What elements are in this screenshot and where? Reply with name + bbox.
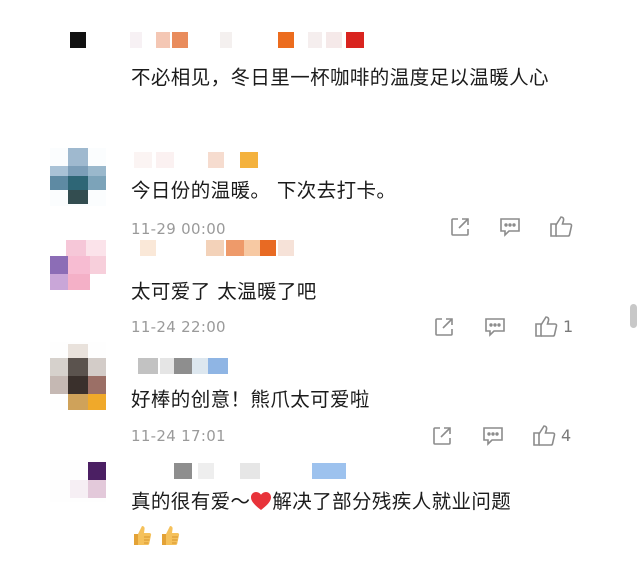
comment-icon [481,425,505,447]
comment-text-part: 真的很有爱～ [131,490,251,513]
avatar[interactable] [50,236,106,294]
comment-timestamp: 11-29 00:00 [131,220,226,238]
like-count: 1 [563,316,574,336]
comment-icon [498,216,522,238]
username-pixelated[interactable] [130,463,360,483]
thumbs-up-icon [531,423,557,447]
reply-button[interactable] [481,425,505,447]
comment-timestamp: 11-24 22:00 [131,318,226,336]
like-count: 4 [561,425,572,445]
username-pixelated[interactable] [130,152,270,172]
thumbs-up-emoji [131,523,153,551]
scrollbar-thumb[interactable] [630,304,637,328]
share-icon [433,316,455,338]
reply-button[interactable] [498,216,522,238]
username-pixelated[interactable] [130,240,294,260]
comment-text: 今日份的温暖。 下次去打卡。 [131,179,397,202]
thumbs-up-icon [533,314,559,338]
username-pixelated[interactable] [130,358,240,378]
share-button[interactable] [449,216,471,238]
share-icon [431,425,453,447]
comment-text: 太可爱了 太温暖了吧 [131,280,317,303]
heart-emoji [250,489,272,520]
avatar[interactable] [50,460,106,502]
avatar[interactable] [50,342,106,410]
comment-text: 好棒的创意！熊爪太可爱啦 [131,388,370,411]
share-button[interactable] [433,316,455,338]
thumbs-up-emoji [159,523,181,551]
reply-button[interactable] [483,316,507,338]
like-button[interactable] [548,214,578,238]
comment-text-part: 解决了部分残疾人就业问题 [272,490,512,513]
avatar[interactable] [50,148,106,206]
comment-text: 不必相见，冬日里一杯咖啡的温度足以温暖人心 [131,66,549,89]
like-button[interactable]: 4 [531,423,571,447]
comment-timestamp: 11-24 17:01 [131,427,226,445]
username-pixelated[interactable] [130,32,380,52]
comment-text: 真的很有爱～ 解决了部分残疾人就业问题 [131,486,591,520]
emoji-row [131,523,181,551]
share-button[interactable] [431,425,453,447]
like-button[interactable]: 1 [533,314,573,338]
comment-icon [483,316,507,338]
avatar[interactable] [50,20,106,60]
thumbs-up-icon [548,214,574,238]
share-icon [449,216,471,238]
